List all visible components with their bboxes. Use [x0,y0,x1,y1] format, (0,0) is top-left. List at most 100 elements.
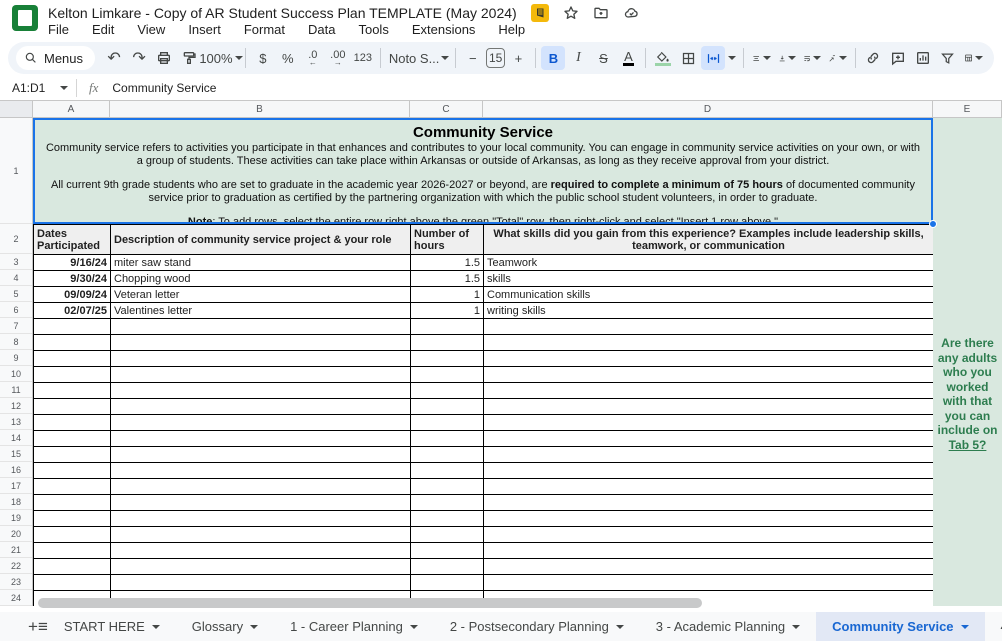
cell-A8[interactable] [34,335,111,351]
search-menus-button[interactable]: Menus [16,46,95,70]
cell-C12[interactable] [411,399,484,415]
cell-B23[interactable] [111,575,411,591]
select-all-corner[interactable] [0,101,33,118]
row-header-21[interactable]: 21 [0,542,32,558]
cell-C4[interactable]: 1.5 [411,271,484,287]
header-cell-D2[interactable]: What skills did you gain from this exper… [484,225,934,255]
cell-D4[interactable]: skills [484,271,934,287]
cell-B16[interactable] [111,463,411,479]
create-filter-button[interactable] [936,46,960,70]
print-button[interactable] [152,46,176,70]
cell-A23[interactable] [34,575,111,591]
column-header-A[interactable]: A [33,101,110,118]
cell-A18[interactable] [34,495,111,511]
row-header-19[interactable]: 19 [0,510,32,526]
font-size-input[interactable]: 15 [486,48,506,68]
add-sheet-button[interactable]: + [28,612,38,641]
cell-D16[interactable] [484,463,934,479]
vertical-align-button[interactable] [775,46,799,70]
menu-tools[interactable]: Tools [356,21,390,38]
row-header-12[interactable]: 12 [0,398,32,414]
cell-B3[interactable]: miter saw stand [111,255,411,271]
row-header-3[interactable]: 3 [0,254,32,270]
row-header-4[interactable]: 4 [0,270,32,286]
insert-link-button[interactable] [861,46,885,70]
star-icon[interactable] [563,5,579,21]
table-tools-button[interactable] [961,46,986,70]
column-header-D[interactable]: D [483,101,933,118]
selection-fill-handle[interactable] [929,220,937,228]
cell-C21[interactable] [411,543,484,559]
cell-D18[interactable] [484,495,934,511]
increase-decimal-button[interactable]: .00→ [326,46,350,70]
row-header-13[interactable]: 13 [0,414,32,430]
cell-C7[interactable] [411,319,484,335]
cell-B7[interactable] [111,319,411,335]
cell-A3[interactable]: 9/16/24 [34,255,111,271]
row-header-5[interactable]: 5 [0,286,32,302]
cell-D6[interactable]: writing skills [484,303,934,319]
cell-C5[interactable]: 1 [411,287,484,303]
row-header-10[interactable]: 10 [0,366,32,382]
row-header-20[interactable]: 20 [0,526,32,542]
formula-input[interactable]: Community Service [112,81,216,95]
cell-B11[interactable] [111,383,411,399]
row-header-14[interactable]: 14 [0,430,32,446]
document-title[interactable]: Kelton Limkare - Copy of AR Student Succ… [48,5,517,21]
row-header-2[interactable]: 2 [0,224,32,254]
row-header-24[interactable]: 24 [0,590,32,606]
tab-start-here[interactable]: START HERE [48,612,176,641]
row-header-8[interactable]: 8 [0,334,32,350]
tab-3-academic-planning[interactable]: 3 - Academic Planning [640,612,816,641]
cell-B14[interactable] [111,431,411,447]
cell-D9[interactable] [484,351,934,367]
cell-B22[interactable] [111,559,411,575]
menu-extensions[interactable]: Extensions [410,21,478,38]
increase-font-size-button[interactable]: + [506,46,530,70]
cell-D10[interactable] [484,367,934,383]
text-color-button[interactable]: A [616,46,640,70]
fill-color-button[interactable] [651,46,675,70]
menu-edit[interactable]: Edit [90,21,116,38]
row-header-6[interactable]: 6 [0,302,32,318]
menu-file[interactable]: File [46,21,71,38]
cell-C8[interactable] [411,335,484,351]
font-select[interactable]: Noto S... [386,46,450,70]
menu-format[interactable]: Format [242,21,287,38]
horizontal-align-button[interactable] [749,46,773,70]
row-header-7[interactable]: 7 [0,318,32,334]
cell-D14[interactable] [484,431,934,447]
cell-D22[interactable] [484,559,934,575]
cell-C19[interactable] [411,511,484,527]
insert-chart-button[interactable] [911,46,935,70]
cell-B12[interactable] [111,399,411,415]
cell-B19[interactable] [111,511,411,527]
cell-D21[interactable] [484,543,934,559]
row-header-9[interactable]: 9 [0,350,32,366]
cell-D20[interactable] [484,527,934,543]
decrease-decimal-button[interactable]: .0← [301,46,325,70]
row-header-16[interactable]: 16 [0,462,32,478]
cell-A21[interactable] [34,543,111,559]
cell-C17[interactable] [411,479,484,495]
menu-data[interactable]: Data [306,21,337,38]
cell-C13[interactable] [411,415,484,431]
sheets-logo-icon[interactable] [12,5,38,31]
cell-B8[interactable] [111,335,411,351]
cell-A22[interactable] [34,559,111,575]
cell-B6[interactable]: Valentines letter [111,303,411,319]
cell-D3[interactable]: Teamwork [484,255,934,271]
cell-B5[interactable]: Veteran letter [111,287,411,303]
cell-A15[interactable] [34,447,111,463]
cell-A12[interactable] [34,399,111,415]
cell-D15[interactable] [484,447,934,463]
menu-view[interactable]: View [135,21,167,38]
cell-B4[interactable]: Chopping wood [111,271,411,287]
cell-C20[interactable] [411,527,484,543]
cell-A10[interactable] [34,367,111,383]
tab-community-service[interactable]: Community Service [816,612,984,641]
row-header-18[interactable]: 18 [0,494,32,510]
cell-C18[interactable] [411,495,484,511]
move-to-folder-icon[interactable] [593,5,609,21]
cell-A1-banner[interactable]: Community Service Community service refe… [33,118,933,224]
